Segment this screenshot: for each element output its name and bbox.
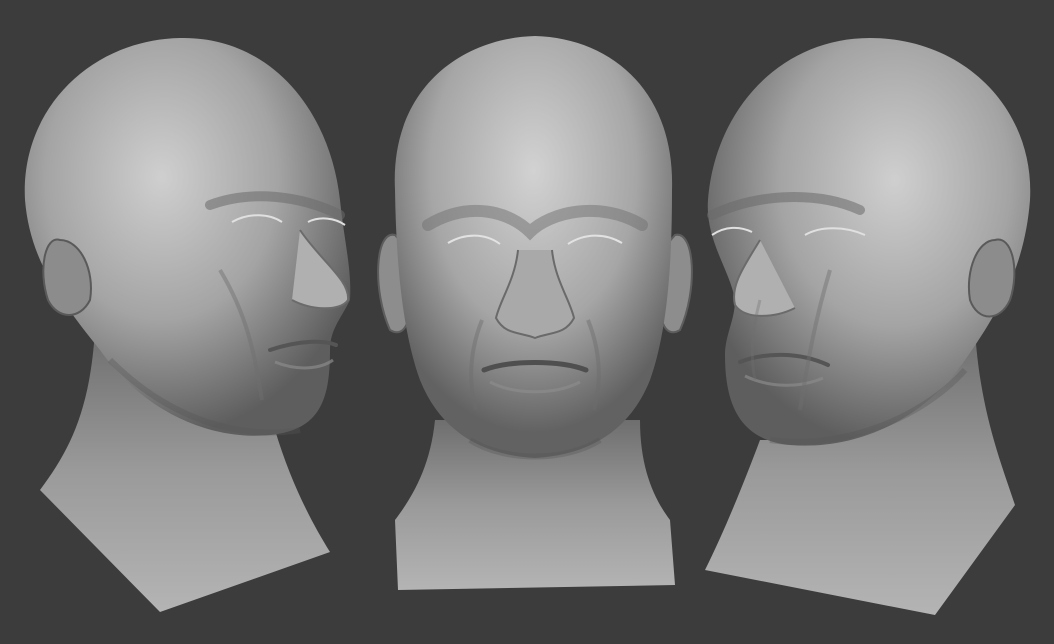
skull-right bbox=[707, 38, 1031, 446]
skull-front bbox=[394, 36, 673, 458]
head-front bbox=[377, 36, 693, 590]
head-three-quarter-right bbox=[24, 37, 351, 612]
head-three-quarter-left bbox=[705, 38, 1031, 615]
sculpt-render bbox=[24, 36, 1031, 615]
3d-viewport[interactable] bbox=[0, 0, 1054, 644]
